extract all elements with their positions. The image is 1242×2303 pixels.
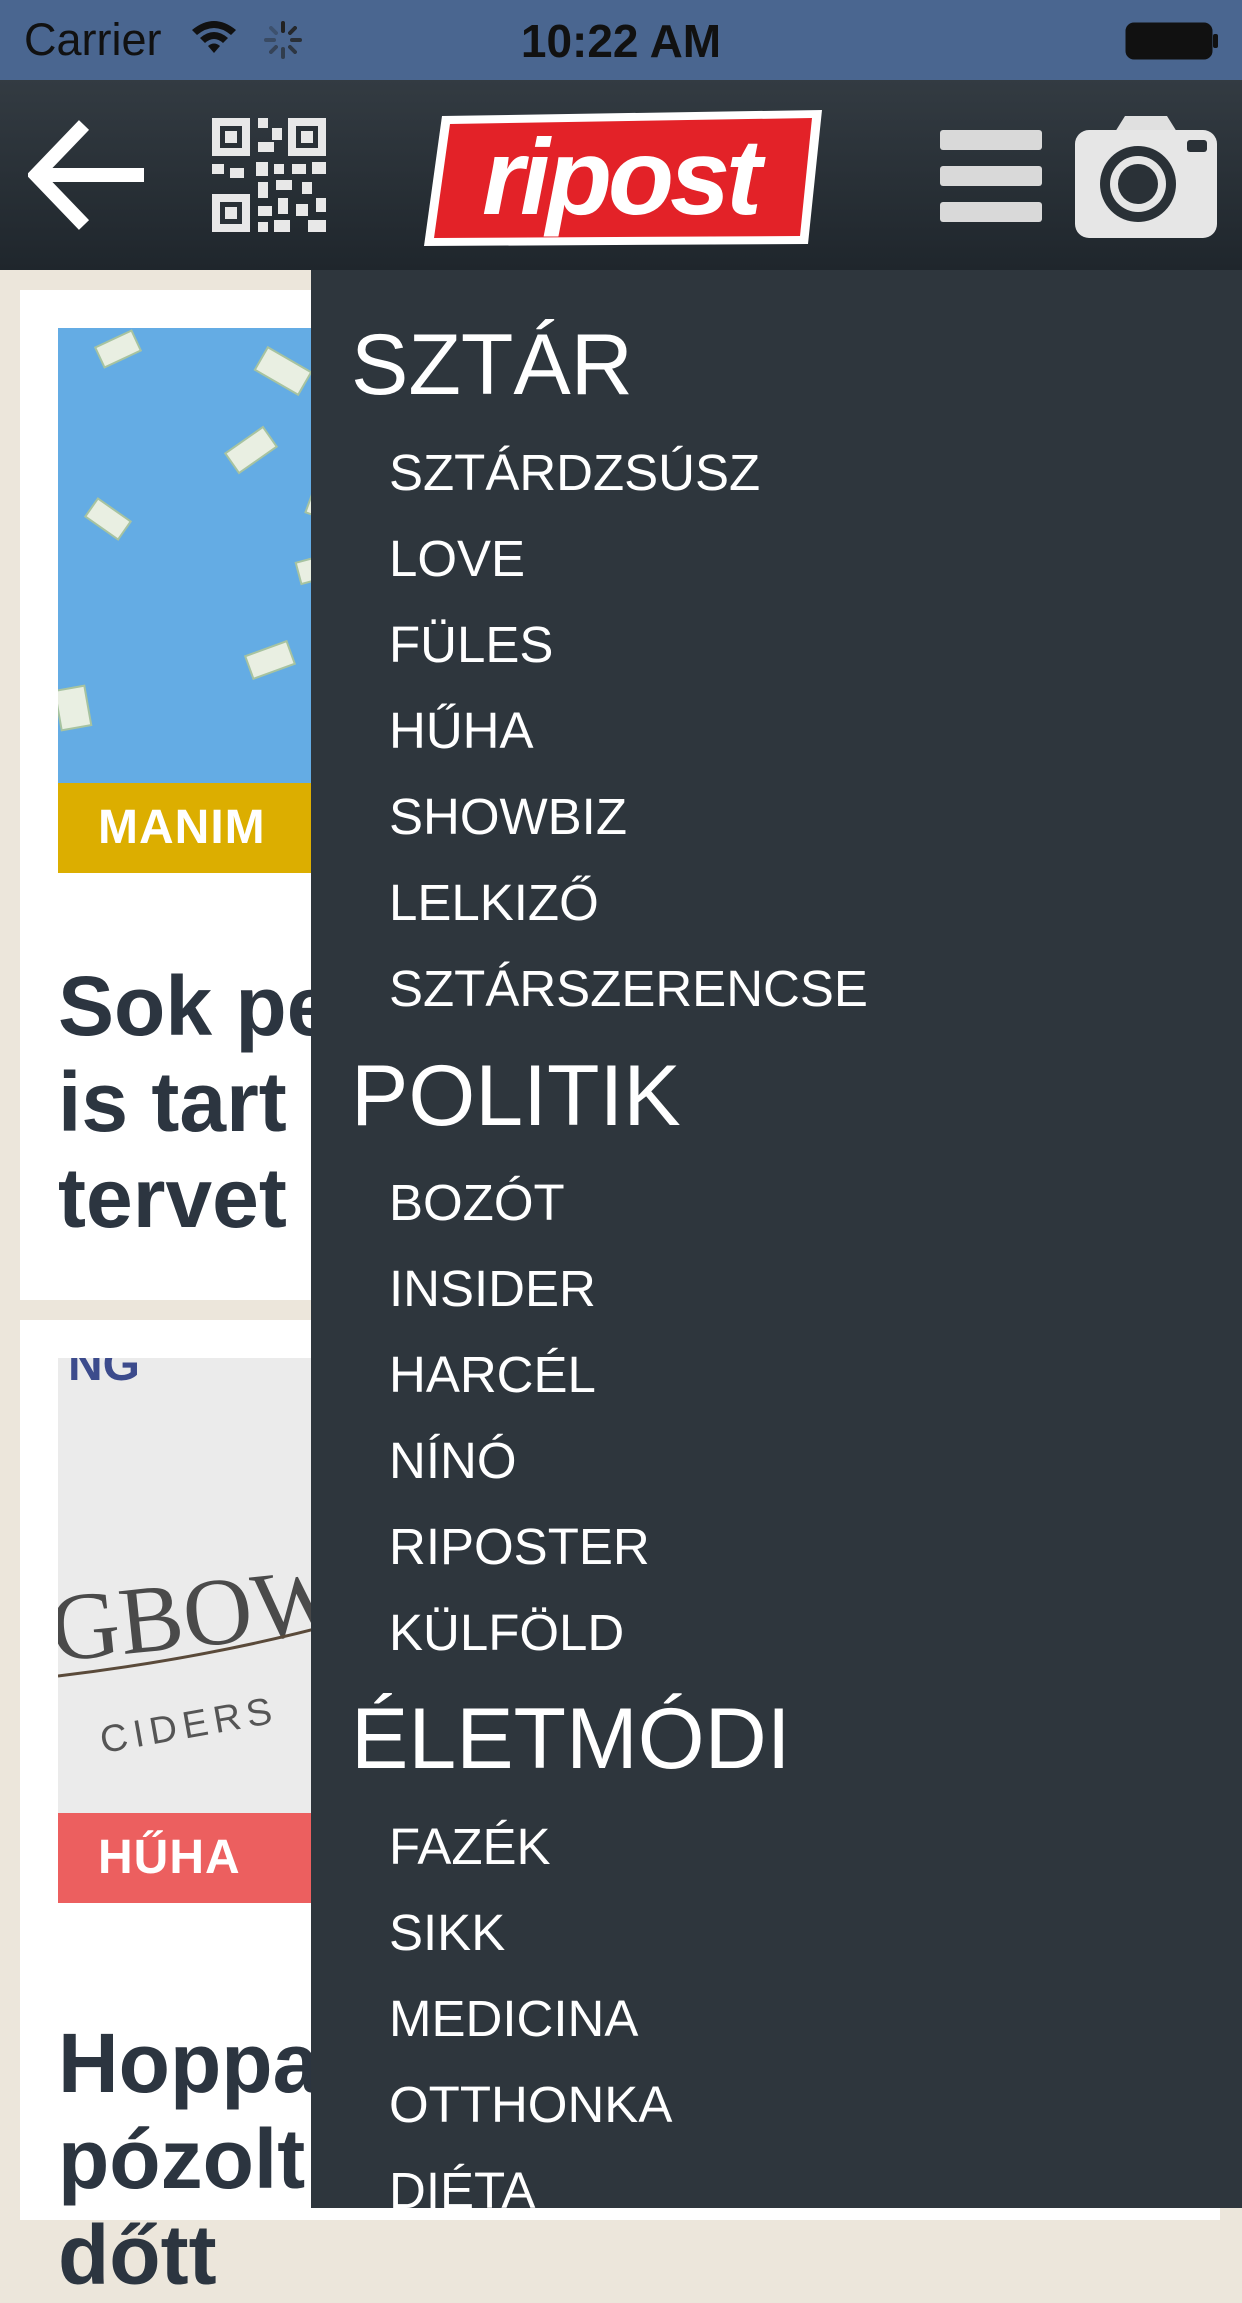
- menu-item[interactable]: LELKIZŐ: [389, 875, 599, 931]
- article-image[interactable]: [58, 328, 338, 783]
- hamburger-menu-icon[interactable]: [940, 128, 1042, 224]
- status-bar: Carrier 10:22 AM: [0, 0, 1242, 80]
- image-text: CIDERS: [97, 1689, 281, 1762]
- menu-item[interactable]: SHOWBIZ: [389, 789, 627, 845]
- menu-item[interactable]: NÍNÓ: [389, 1433, 517, 1489]
- menu-item[interactable]: SIKK: [389, 1905, 505, 1961]
- menu-item[interactable]: KÜLFÖLD: [389, 1605, 624, 1661]
- svg-text:ripost: ripost: [482, 116, 766, 237]
- section-title-politik[interactable]: POLITIK: [351, 1051, 681, 1141]
- category-tag[interactable]: HŰHA: [58, 1813, 348, 1903]
- menu-item[interactable]: FAZÉK: [389, 1819, 551, 1875]
- back-arrow-icon[interactable]: [28, 115, 146, 235]
- status-time: 10:22 AM: [520, 15, 722, 67]
- article-image[interactable]: NG GBOW CIDERS: [58, 1358, 338, 1813]
- menu-item[interactable]: LOVE: [389, 531, 525, 587]
- menu-item[interactable]: BOZÓT: [389, 1175, 565, 1231]
- menu-item[interactable]: RIPOSTER: [389, 1519, 650, 1575]
- headline-line: dőtt: [58, 2208, 217, 2302]
- section-title-eletmodi[interactable]: ÉLETMÓDI: [351, 1694, 791, 1784]
- section-title-sztar[interactable]: SZTÁR: [351, 320, 633, 410]
- ripost-logo[interactable]: ripost: [424, 110, 824, 246]
- nav-bar: ripost: [0, 80, 1242, 270]
- menu-item[interactable]: SZTÁRDZSÚSZ: [389, 445, 760, 501]
- image-text: GBOW: [58, 1545, 338, 1682]
- menu-item[interactable]: HARCÉL: [389, 1347, 596, 1403]
- menu-item[interactable]: FÜLES: [389, 617, 553, 673]
- menu-item[interactable]: INSIDER: [389, 1261, 596, 1317]
- category-tag[interactable]: MANIM: [58, 783, 348, 873]
- menu-item[interactable]: OTTHONKA: [389, 2077, 672, 2133]
- category-drawer: SZTÁR SZTÁRDZSÚSZ LOVE FÜLES HŰHA SHOWBI…: [311, 270, 1242, 2208]
- menu-item[interactable]: DIÉTA: [389, 2163, 535, 2209]
- battery-icon: [1125, 22, 1218, 60]
- menu-item[interactable]: SZTÁRSZERENCSE: [389, 961, 868, 1017]
- menu-item[interactable]: MEDICINA: [389, 1991, 638, 2047]
- camera-icon[interactable]: [1075, 116, 1217, 238]
- menu-item[interactable]: HŰHA: [389, 703, 534, 759]
- image-text: NG: [68, 1358, 140, 1391]
- qr-code-icon[interactable]: [212, 118, 326, 232]
